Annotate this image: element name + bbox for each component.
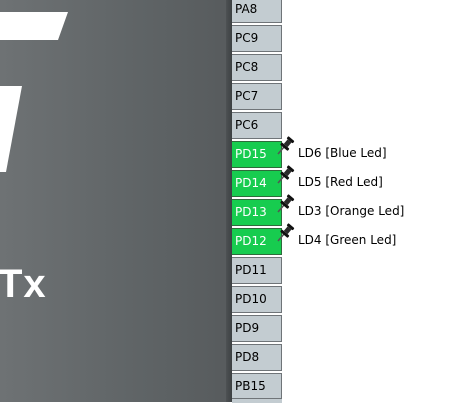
logo-mark-slash: [0, 86, 22, 172]
pin-label-pd12: LD4 [Green Led]: [298, 233, 397, 247]
pushpin-icon[interactable]: [274, 164, 296, 186]
logo-mark-bar: [0, 12, 68, 40]
pin-label-pd15: LD6 [Blue Led]: [298, 146, 387, 160]
pin-pc7[interactable]: PC7: [232, 83, 282, 110]
pin-pc9[interactable]: PC9: [232, 25, 282, 52]
pin-partial: [232, 398, 282, 403]
pin-pd10[interactable]: PD10: [232, 286, 282, 313]
pin-label-pd14: LD5 [Red Led]: [298, 175, 383, 189]
pushpin-icon[interactable]: [274, 222, 296, 244]
pin-pd11[interactable]: PD11: [232, 257, 282, 284]
pin-pb15[interactable]: PB15: [232, 373, 282, 400]
pin-pa8[interactable]: PA8: [232, 0, 282, 23]
chip-label: Tx: [0, 262, 47, 306]
pin-pd9[interactable]: PD9: [232, 315, 282, 342]
mcu-chip-body: Tx: [0, 0, 232, 402]
pushpin-icon[interactable]: [274, 193, 296, 215]
pushpin-icon[interactable]: [274, 135, 296, 157]
pin-pd8[interactable]: PD8: [232, 344, 282, 371]
pin-pc8[interactable]: PC8: [232, 54, 282, 81]
pin-label-pd13: LD3 [Orange Led]: [298, 204, 405, 218]
